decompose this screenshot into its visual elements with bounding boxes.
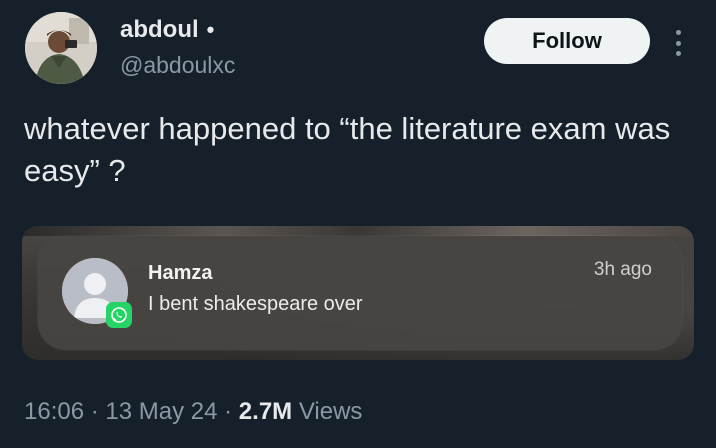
author-name-row: abdoul • xyxy=(120,16,214,44)
follow-button[interactable]: Follow xyxy=(484,18,650,64)
notification-sender: Hamza xyxy=(148,262,213,284)
author-handle[interactable]: @abdoulxc xyxy=(120,52,235,79)
tweet-meta: 16:06 · 13 May 24 · 2.7M Views xyxy=(24,398,362,426)
notification-message: I bent shakespeare over xyxy=(148,293,363,315)
views-count[interactable]: 2.7M xyxy=(239,398,292,425)
notification-time: 3h ago xyxy=(593,259,652,280)
author-photo-icon xyxy=(25,12,97,84)
meta-separator: · xyxy=(217,398,239,425)
more-dot xyxy=(675,40,681,46)
more-dot xyxy=(675,51,681,56)
author-avatar[interactable] xyxy=(25,12,97,84)
author-display-name[interactable]: abdoul xyxy=(120,16,199,44)
more-vertical-icon[interactable] xyxy=(668,26,688,60)
name-separator: • xyxy=(206,17,215,42)
meta-separator: · xyxy=(84,398,106,425)
tweet-time[interactable]: 16:06 xyxy=(24,398,84,425)
tweet-date[interactable]: 13 May 24 xyxy=(105,398,217,425)
tweet-text: whatever happened to “the literature exa… xyxy=(24,111,671,188)
more-dot xyxy=(675,30,681,35)
views-label: Views xyxy=(298,398,363,425)
whatsapp-icon xyxy=(106,302,132,328)
tweet-card: abdoul • @abdoulxc Follow whatever happe… xyxy=(0,0,716,448)
